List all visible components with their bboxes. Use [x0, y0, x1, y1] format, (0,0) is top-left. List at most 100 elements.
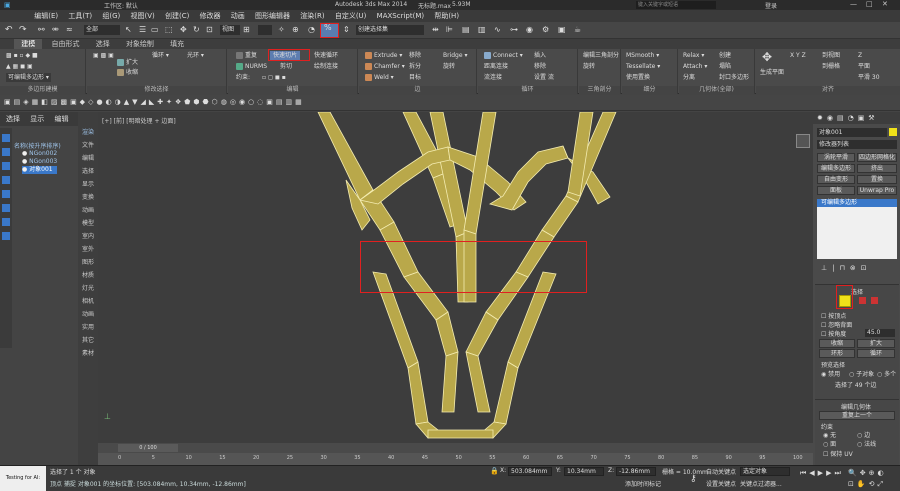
key-filters-button[interactable]: 关键点过滤器...: [740, 479, 782, 488]
select-icon[interactable]: ↖: [125, 25, 132, 34]
angle-snap-icon[interactable]: ◔: [308, 25, 315, 34]
rollout-title-edit-geometry[interactable]: 编辑几何体: [841, 402, 871, 411]
editable-poly-dropdown[interactable]: 可编辑多边形 ▾: [6, 73, 51, 82]
close-icon[interactable]: ✕: [882, 0, 888, 8]
constraint-face-radio[interactable]: ○ 面: [823, 439, 836, 448]
menu-edit[interactable]: 编辑(E): [30, 10, 62, 22]
menu-animation[interactable]: 动画: [227, 10, 249, 22]
reference-coord-dropdown[interactable]: 视图: [220, 25, 240, 35]
generate-planar-button[interactable]: 生成平面: [760, 68, 784, 77]
modifier-button[interactable]: 面板: [817, 186, 855, 195]
menu-view[interactable]: 视图(V): [126, 10, 158, 22]
poly-mode-icons-2[interactable]: ▲ ▦ ◼ ▣: [6, 62, 33, 71]
loop-settings-button[interactable]: 设置 流: [534, 73, 554, 82]
stack-tool-icons[interactable]: ⊥|⊓⊗⊡: [821, 264, 872, 272]
side-tab[interactable]: 室外: [78, 243, 98, 256]
visibility-icon[interactable]: ●: [22, 158, 27, 165]
modifier-list-dropdown[interactable]: 修改器列表: [817, 140, 897, 149]
align-icon[interactable]: ⊫: [446, 25, 453, 34]
side-tab[interactable]: 渲染: [78, 126, 98, 139]
scale-icon[interactable]: ⊡: [206, 25, 213, 34]
mirror-icon[interactable]: ⇹: [432, 25, 439, 34]
y-coord-field[interactable]: 10.34mm: [564, 467, 604, 476]
explorer-filter-icon-5[interactable]: [2, 190, 10, 198]
modifier-button[interactable]: 挤出: [857, 164, 897, 173]
key-icon[interactable]: ⚷: [690, 474, 697, 484]
tab-modeling[interactable]: 建模: [14, 39, 43, 49]
tab-populate[interactable]: 填充: [163, 39, 191, 49]
keyboard-override-icon[interactable]: [258, 25, 272, 35]
target-button[interactable]: 目标: [409, 73, 421, 82]
selection-filter-dropdown[interactable]: 全部: [84, 25, 120, 35]
modifier-button[interactable]: 置换: [857, 175, 897, 184]
polygon-subobj-icon[interactable]: [871, 297, 878, 304]
side-tab[interactable]: 文件: [78, 139, 98, 152]
to-view-button[interactable]: 到视图: [822, 51, 840, 60]
list-item[interactable]: ● NGon003: [22, 158, 57, 166]
modifier-button[interactable]: 四边形网格化: [857, 153, 897, 162]
time-slider[interactable]: 0 / 100: [118, 444, 178, 452]
maximize-icon[interactable]: □: [866, 0, 873, 8]
constraint-icons[interactable]: ▫ ◻ ◼ ▪: [262, 73, 286, 82]
z-button[interactable]: Z: [858, 51, 862, 60]
autokey-button[interactable]: 自动关键点: [706, 467, 736, 476]
lock-icon[interactable]: 🔒: [490, 467, 499, 475]
rotate-icon[interactable]: ↻: [193, 25, 200, 34]
preview-multi-radio[interactable]: ○ 多个: [877, 369, 896, 378]
poly-mode-icons[interactable]: ▩ ▪ ▫ ◆ ■: [6, 51, 38, 60]
menu-create[interactable]: 创建(C): [161, 10, 193, 22]
curve-editor-icon[interactable]: ∿: [494, 25, 501, 34]
preserve-uvs-checkbox[interactable]: ☐ 保持 UV: [823, 449, 853, 458]
render-icon[interactable]: ☕: [574, 25, 581, 34]
add-time-tag-button[interactable]: 添加时间标记: [625, 479, 661, 488]
explorer-filter-icon[interactable]: [2, 134, 10, 142]
repeat-last-button[interactable]: 重复上一个: [819, 411, 895, 420]
explorer-filter-icon-7[interactable]: [2, 218, 10, 226]
snap-toggle-icon[interactable]: ⊕: [292, 25, 299, 34]
object-name-field[interactable]: 对象001: [817, 128, 887, 137]
menu-maxscript[interactable]: MAXScript(M): [373, 10, 428, 22]
app-logo-icon[interactable]: ▣: [4, 1, 11, 9]
playback-controls[interactable]: ⏮◀▶▶⏭: [800, 469, 844, 478]
schematic-icon[interactable]: ⊶: [510, 25, 518, 34]
side-tab[interactable]: 编辑: [78, 152, 98, 165]
repeat-button[interactable]: 重复: [236, 51, 257, 60]
x-coord-field[interactable]: 503.084mm: [508, 467, 552, 476]
turn-button[interactable]: 旋转: [583, 62, 595, 71]
modifier-button[interactable]: 涡轮平滑: [817, 153, 855, 162]
explorer-tab-select[interactable]: 选择: [6, 115, 20, 123]
weld-button[interactable]: Weld ▾: [365, 73, 394, 82]
spinner-snap-icon[interactable]: ⇕: [343, 25, 350, 34]
swiftloop-button[interactable]: 绘制连接: [314, 62, 338, 71]
secondary-toolbar-icons[interactable]: ▣▤◈▦◧▨▩▣◆◇●◐◑▲▼◢◣✚✦❖⬟⬢⬣⬡◍◎◉○◌▣▤▥▦: [4, 98, 305, 106]
connect-button[interactable]: Connect ▾: [484, 51, 523, 60]
side-tab[interactable]: 选择: [78, 165, 98, 178]
modifier-button[interactable]: 自由变形: [817, 175, 855, 184]
shrink-button[interactable]: 收缩: [117, 68, 138, 77]
remove-button[interactable]: 移除: [409, 51, 421, 60]
move-icon[interactable]: ✥: [180, 25, 187, 34]
command-panel-tabs[interactable]: ✹◉▤◔▣⚒: [813, 112, 900, 124]
collapse-button[interactable]: 塌陷: [719, 62, 731, 71]
explorer-tab-edit[interactable]: 编辑: [54, 115, 68, 123]
modsel-icons[interactable]: ▣ ▩ ▣: [93, 51, 114, 60]
navigation-controls-2[interactable]: ⊡✋⟲⤢: [848, 480, 886, 489]
distance-connect-button[interactable]: 距离连接: [484, 62, 508, 71]
flow-connect-button[interactable]: 流连接: [484, 73, 502, 82]
login-button[interactable]: 登录: [765, 1, 777, 10]
border-subobj-icon[interactable]: [859, 297, 866, 304]
cut-button[interactable]: 剪切: [280, 62, 292, 71]
msmooth-button[interactable]: MSmooth ▾: [626, 51, 659, 60]
chamfer-button[interactable]: Chamfer ▾: [365, 62, 405, 71]
redo-icon[interactable]: ↷: [19, 25, 27, 35]
constraint-none-radio[interactable]: ◉ 无: [823, 430, 836, 439]
undo-icon[interactable]: ↶: [5, 25, 13, 35]
preview-disabled-radio[interactable]: ◉ 禁用: [821, 369, 840, 378]
rect-select-icon[interactable]: ▭: [151, 25, 159, 34]
timeline[interactable]: 0 / 100 0 5 10 15 20 25 30 35 40 45 50 55 60 65 70 75 80…: [98, 443, 813, 465]
nurms-button[interactable]: NURMS: [236, 62, 267, 71]
workspace-label[interactable]: 工作区: 默认: [104, 1, 138, 10]
extrude-button[interactable]: Extrude ▾: [365, 51, 402, 60]
explorer-filter-icon-6[interactable]: [2, 204, 10, 212]
side-tab[interactable]: 其它: [78, 334, 98, 347]
